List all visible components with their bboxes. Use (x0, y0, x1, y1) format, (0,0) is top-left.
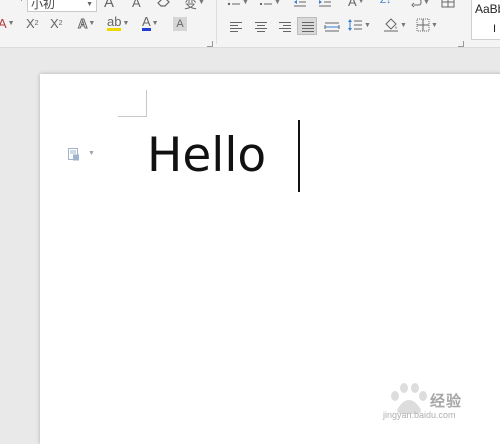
ribbon-toolbar: ▼ 小初 ▼ A A 变▼ A▼ X2 X2 A▼ ab▼ A▼ A ▼ ▼ A… (0, 0, 500, 48)
distribute-icon (324, 20, 340, 34)
numbering-button[interactable]: ▼ (259, 0, 281, 8)
text-cursor (298, 120, 300, 192)
bullets-button[interactable]: ▼ (227, 0, 249, 8)
watermark-brand: 经验 (430, 390, 462, 411)
font-size-select[interactable]: 小初 ▼ (27, 0, 97, 12)
font-color-button[interactable]: A▼ (142, 15, 159, 31)
table-button[interactable] (441, 0, 455, 8)
character-shading-button[interactable]: A (173, 17, 187, 31)
align-center-button[interactable] (250, 17, 270, 35)
group-divider (216, 0, 217, 44)
align-center-icon (255, 22, 267, 34)
chevron-down-icon[interactable]: ▼ (18, 0, 25, 3)
margin-corner-mark (118, 116, 146, 117)
line-spacing-button[interactable]: ▼ (347, 18, 371, 32)
paste-options-icon[interactable] (68, 148, 80, 161)
bullet-list-icon (227, 0, 241, 8)
sort-button[interactable]: Z↓ (380, 0, 391, 6)
decrease-indent-button[interactable] (293, 0, 307, 8)
indent-icon (318, 0, 332, 8)
text-effect-partial-button[interactable]: A▼ (0, 16, 15, 31)
align-left-icon (230, 22, 242, 34)
distributed-button[interactable] (321, 17, 341, 35)
grow-font-button[interactable]: A (104, 0, 114, 11)
watermark-url: jingyan.baidu.com (383, 410, 456, 420)
align-left-button[interactable] (225, 17, 245, 35)
eraser-icon (156, 0, 172, 8)
style-gallery-normal[interactable]: AaBbCcDd I (471, 0, 500, 40)
superscript-button[interactable]: X2 (26, 16, 39, 31)
border-icon (416, 18, 430, 32)
shrink-font-button[interactable]: A (132, 0, 141, 10)
line-spacing-icon (347, 18, 363, 32)
chevron-down-icon: ▼ (86, 1, 93, 8)
document-text[interactable]: Hello (147, 128, 266, 184)
style-preview-second-row: I (493, 23, 496, 35)
subscript-button[interactable]: X2 (50, 16, 63, 31)
align-right-icon (279, 22, 291, 34)
margin-corner-mark (146, 90, 147, 117)
align-right-button[interactable] (274, 17, 294, 35)
text-effect-button[interactable]: A▼ (78, 16, 95, 31)
chinese-layout-button[interactable]: A▼ (348, 0, 365, 9)
numbered-list-icon (259, 0, 273, 8)
chevron-down-icon[interactable]: ▼ (88, 150, 95, 157)
table-icon (441, 0, 455, 8)
borders-button[interactable]: ▼ (416, 18, 438, 32)
highlight-button[interactable]: ab▼ (107, 15, 129, 31)
shading-button[interactable]: ▼ (383, 18, 407, 32)
style-preview-text: AaBbCcDd (475, 2, 500, 16)
justify-icon (302, 22, 314, 34)
increase-indent-button[interactable] (318, 0, 332, 8)
show-marks-button[interactable]: ▼ (408, 0, 430, 8)
paragraph-mark-icon (408, 0, 422, 8)
clear-format-button[interactable] (156, 0, 172, 8)
font-size-value: 小初 (31, 0, 55, 12)
font-group-launcher-icon[interactable] (207, 41, 213, 47)
justify-button[interactable] (297, 17, 317, 35)
paragraph-group-launcher-icon[interactable] (458, 41, 464, 47)
outdent-icon (293, 0, 307, 8)
phonetic-guide-button[interactable]: 变▼ (184, 0, 205, 12)
paint-bucket-icon (383, 18, 399, 32)
